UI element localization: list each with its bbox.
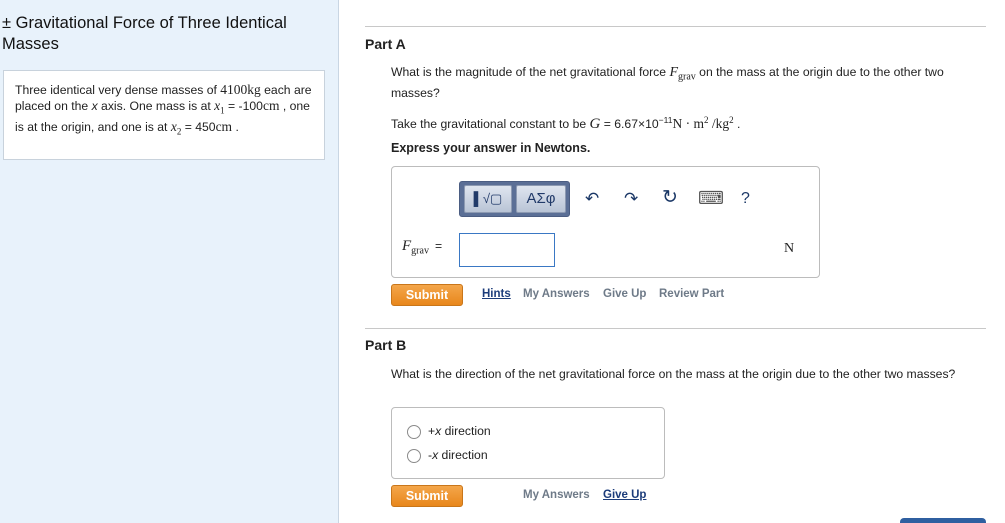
answer-force-symbol: F <box>402 238 412 254</box>
problem-sidebar: ± Gravitational Force of Three Identical… <box>0 0 339 523</box>
my-answers-link[interactable]: My Answers <box>523 288 590 300</box>
redo-icon[interactable]: ↷ <box>624 189 638 209</box>
x1-value: 100 <box>242 99 263 114</box>
constant-end: . <box>733 117 741 132</box>
problem-text: axis. One mass is at <box>97 99 215 114</box>
part-b-options-box <box>391 407 665 479</box>
force-symbol: F <box>669 65 679 80</box>
continue-button[interactable] <box>900 518 986 523</box>
answer-instruction: Express your answer in Newtons. <box>391 141 591 155</box>
part-b-submit-button[interactable]: Submit <box>391 485 463 507</box>
greek-symbols-button[interactable]: ΑΣφ <box>516 185 566 213</box>
problem-text: . <box>232 119 239 134</box>
problem-title: ± Gravitational Force of Three Identical… <box>2 14 287 53</box>
part-a-answer-box <box>391 166 820 278</box>
problem-statement: Three identical very dense masses of 410… <box>3 70 325 160</box>
answer-variable-label: Fgrav = <box>402 238 442 259</box>
g-exponent: −11 <box>658 115 673 125</box>
help-icon[interactable]: ? <box>741 190 750 208</box>
g-value: = 6.67×10 <box>600 117 659 132</box>
undo-icon[interactable]: ↶ <box>585 189 599 209</box>
templates-button[interactable]: ▌√▢ <box>464 185 512 213</box>
gravitational-constant-text: Take the gravitational constant to be G … <box>391 112 991 133</box>
option-text: direction <box>441 424 491 438</box>
problem-text: = - <box>224 99 243 114</box>
problem-text: = <box>181 119 196 134</box>
radio-minus-x[interactable] <box>407 449 421 463</box>
answer-force-subscript: grav <box>411 245 429 257</box>
reset-icon[interactable]: ↻ <box>662 186 678 209</box>
review-part-link[interactable]: Review Part <box>659 288 724 300</box>
part-a-divider <box>365 26 986 27</box>
mass-value: 4100 <box>220 82 248 97</box>
part-a-label: Part A <box>365 36 406 52</box>
g-symbol: G <box>589 116 601 133</box>
part-b-divider <box>365 328 986 329</box>
g-per-kg: /kg <box>708 116 730 132</box>
force-subscript: grav <box>678 71 696 83</box>
part-b-question: What is the direction of the net gravita… <box>391 367 956 381</box>
answer-equals: = <box>434 239 443 253</box>
option-plus-x-label: +x direction <box>428 424 491 438</box>
part-b-my-answers-link[interactable]: My Answers <box>523 489 590 501</box>
radio-plus-x[interactable] <box>407 425 421 439</box>
x1-unit: cm <box>262 98 280 114</box>
g-units: N · m <box>672 116 704 132</box>
part-b-give-up-link[interactable]: Give Up <box>603 489 646 501</box>
math-toolbar: ▌√▢ ΑΣφ <box>459 181 570 217</box>
option-text: direction <box>438 448 488 462</box>
answer-unit: N <box>784 241 795 256</box>
problem-text: Three identical very dense masses of <box>15 83 221 97</box>
answer-input[interactable] <box>459 233 555 267</box>
x2-unit: cm <box>215 118 233 134</box>
hints-link[interactable]: Hints <box>482 288 511 300</box>
keyboard-icon[interactable]: ⌨ <box>698 188 724 209</box>
x2-value: 450 <box>195 119 216 134</box>
constant-text: Take the gravitational constant to be <box>391 117 590 132</box>
give-up-link[interactable]: Give Up <box>603 288 646 300</box>
question-text: What is the magnitude of the net gravita… <box>391 65 670 79</box>
part-b-label: Part B <box>365 337 407 353</box>
option-minus-x-label: -x direction <box>428 448 488 462</box>
part-a-question: What is the magnitude of the net gravita… <box>391 64 991 102</box>
part-a-submit-button[interactable]: Submit <box>391 284 463 306</box>
mass-unit: kg <box>247 82 261 97</box>
